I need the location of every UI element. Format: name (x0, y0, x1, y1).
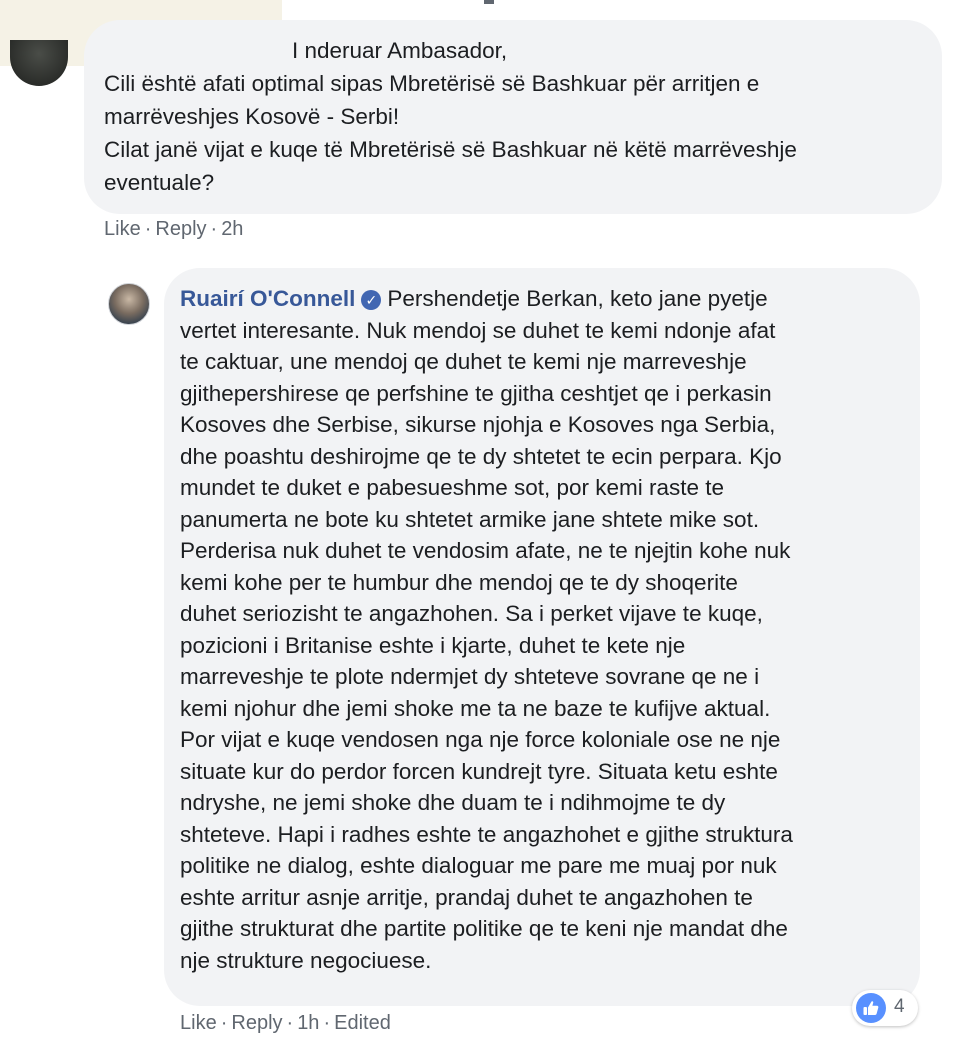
reply-line: nje strukture negociuese. (180, 947, 432, 973)
timestamp[interactable]: 2h (221, 218, 243, 240)
reply-line: dhe poashtu deshirojme qe te dy shtetet … (180, 443, 782, 469)
reply-avatar[interactable] (108, 283, 150, 325)
reply-text: Ruairí O'Connell ✓ Pershendetje Berkan, ke… (180, 283, 906, 976)
reply-line: panumerta ne bote ku shtetet armike jane… (180, 506, 760, 532)
reply-line: eshte arritur asnje arritje, prandaj duh… (180, 884, 753, 910)
reply-line: te caktuar, une mendoj qe duhet te kemi … (180, 349, 747, 374)
reply-line: situate kur do perdor forcen kundrejt ty… (180, 758, 778, 784)
reply-line: pozicioni i Britanise eshte i kjarte, du… (180, 632, 686, 658)
avatar[interactable] (10, 40, 68, 86)
reply-line: kemi njohur dhe jemi shoke me ta ne baze… (180, 695, 771, 721)
reply-line: mundet te duket e pabesueshme sot, por k… (180, 475, 725, 500)
timestamp[interactable]: 1h (297, 1012, 319, 1034)
reply-line: politike ne dialog, eshte dialoguar me p… (180, 853, 777, 878)
reply-actions: Like · Reply · 1h · Edited (180, 1012, 391, 1034)
like-link[interactable]: Like (104, 218, 141, 240)
comment-actions: Like · Reply · 2h (104, 218, 244, 240)
reply-line: gjithe strukturat dhe partite politike q… (180, 916, 788, 941)
reaction-summary[interactable]: 4 (852, 990, 918, 1026)
reply-line: gjithepershirese qe perfshine te gjitha … (180, 380, 772, 406)
thumbs-up-icon (856, 993, 886, 1023)
like-link[interactable]: Like (180, 1012, 217, 1034)
reply-line: shteteve. Hapi i radhes eshte te angazho… (180, 821, 793, 847)
reply-link[interactable]: Reply (231, 1012, 282, 1034)
reply-line: marreveshje te plote ndermjet dy shtetev… (180, 664, 760, 689)
comment-text: I nderuar Ambasador, Cili është afati op… (104, 34, 924, 199)
comment-line: Cili është afati optimal sipas Mbretëris… (104, 71, 760, 96)
verified-badge-icon: ✓ (361, 290, 382, 310)
reply-first-line: Pershendetje Berkan, keto jane pyetje (387, 286, 768, 311)
reaction-count: 4 (894, 996, 905, 1017)
reply-line: ndryshe, ne jemi shoke dhe duam te i ndi… (180, 790, 726, 815)
comment-line: Cilat janë vijat e kuqe të Mbretërisë së… (104, 137, 797, 162)
comment-line: marrëveshjes Kosovë - Serbi! (104, 104, 400, 129)
comment-line: eventuale? (104, 170, 215, 195)
comment-line: I nderuar Ambasador, (292, 38, 508, 63)
reply-line: vertet interesante. Nuk mendoj se duhet … (180, 317, 776, 343)
reply-line: Por vijat e kuqe vendosen nga nje force … (180, 727, 781, 752)
reply-line: Kosoves dhe Serbise, sikurse njohja e Ko… (180, 412, 776, 437)
reply-line: duhet seriozisht te angazhohen. Sa i per… (180, 601, 763, 626)
reply-link[interactable]: Reply (155, 218, 206, 240)
reply-line: Perderisa nuk duhet te vendosim afate, n… (180, 538, 791, 563)
top-divider-mark (484, 0, 494, 4)
reply-line: kemi kohe per te humbur dhe mendoj qe te… (180, 569, 738, 595)
author-name[interactable]: Ruairí O'Connell (180, 286, 355, 311)
edited-label[interactable]: Edited (334, 1012, 391, 1034)
